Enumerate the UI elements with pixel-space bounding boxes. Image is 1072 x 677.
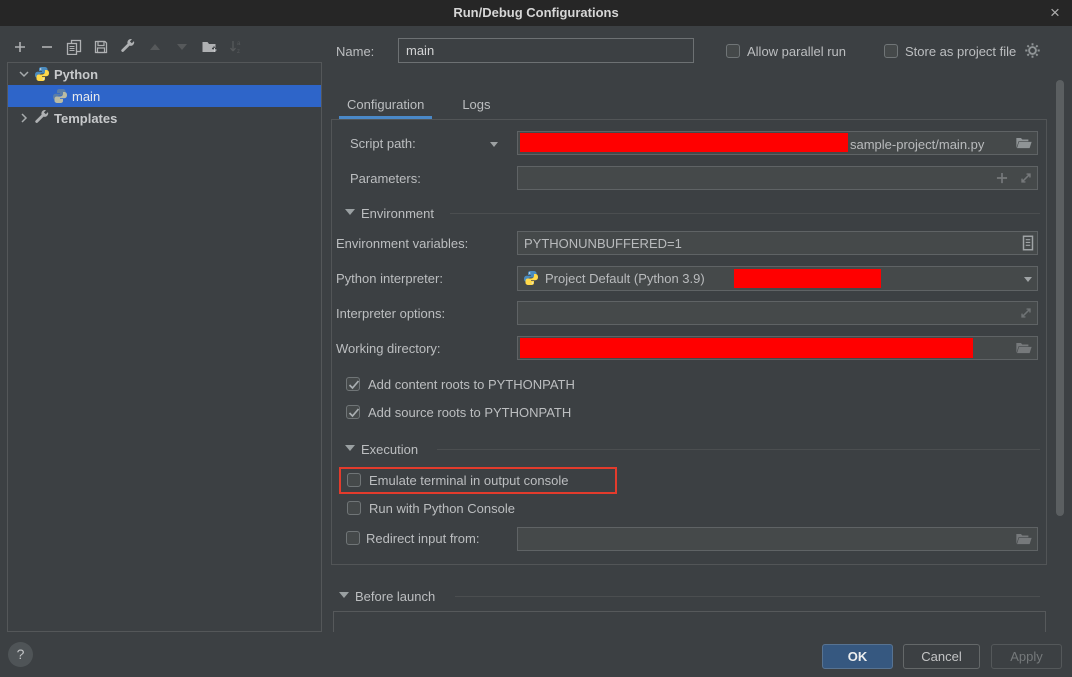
- name-label: Name:: [336, 44, 374, 59]
- section-divider: [450, 213, 1040, 214]
- configurations-toolbar: az: [12, 39, 244, 55]
- save-icon[interactable]: [93, 39, 109, 55]
- environment-variables-value: PYTHONUNBUFFERED=1: [524, 236, 682, 251]
- before-launch-section-header[interactable]: Before launch: [355, 589, 435, 604]
- configurations-tree: Python main Templates: [7, 62, 322, 632]
- tree-item-python-group[interactable]: Python: [8, 63, 321, 85]
- svg-text:a: a: [237, 41, 241, 47]
- help-button[interactable]: ?: [8, 642, 33, 667]
- copy-icon[interactable]: [66, 39, 82, 55]
- run-with-python-console-checkbox[interactable]: [347, 501, 361, 515]
- name-input[interactable]: [398, 38, 694, 63]
- chevron-right-icon[interactable]: [16, 110, 32, 126]
- vertical-scrollbar-thumb[interactable]: [1056, 80, 1064, 516]
- emulate-terminal-checkbox[interactable]: [347, 473, 361, 487]
- add-source-roots-checkbox[interactable]: [346, 405, 360, 419]
- parameters-field[interactable]: [517, 166, 1038, 190]
- collapse-triangle-icon: [339, 592, 349, 598]
- browse-folder-icon[interactable]: [1015, 339, 1033, 357]
- move-down-icon: [174, 39, 190, 55]
- ok-button[interactable]: OK: [822, 644, 893, 669]
- sort-alphabetically-icon: az: [228, 39, 244, 55]
- collapse-triangle-icon: [345, 209, 355, 215]
- before-launch-list[interactable]: [333, 611, 1046, 632]
- run-with-python-console-label[interactable]: Run with Python Console: [369, 501, 515, 516]
- tab-bar: Configuration Logs: [339, 92, 499, 119]
- expand-field-icon[interactable]: [1017, 304, 1035, 322]
- tree-item-label: Python: [54, 67, 98, 82]
- python-icon: [52, 88, 68, 104]
- redirect-input-checkbox[interactable]: [346, 531, 360, 545]
- add-source-roots-label[interactable]: Add source roots to PYTHONPATH: [368, 405, 571, 420]
- svg-text:z: z: [237, 49, 240, 55]
- store-as-project-file-checkbox[interactable]: [884, 44, 898, 58]
- collapse-triangle-icon: [345, 445, 355, 451]
- execution-section-header[interactable]: Execution: [361, 442, 418, 457]
- allow-parallel-run-label[interactable]: Allow parallel run: [747, 44, 846, 59]
- add-icon[interactable]: [12, 39, 28, 55]
- parameters-label: Parameters:: [350, 171, 421, 186]
- title-bar: Run/Debug Configurations ×: [0, 0, 1072, 26]
- environment-section-header[interactable]: Environment: [361, 206, 434, 221]
- new-folder-icon[interactable]: [201, 39, 217, 55]
- chevron-down-icon[interactable]: [16, 66, 32, 82]
- move-up-icon: [147, 39, 163, 55]
- redaction-bar: [520, 133, 848, 152]
- add-content-roots-label[interactable]: Add content roots to PYTHONPATH: [368, 377, 575, 392]
- browse-folder-icon[interactable]: [1015, 530, 1033, 548]
- interpreter-options-label: Interpreter options:: [336, 306, 445, 321]
- interpreter-options-field[interactable]: [517, 301, 1038, 325]
- expand-field-icon[interactable]: [1017, 169, 1035, 187]
- working-directory-label: Working directory:: [336, 341, 441, 356]
- dialog-title: Run/Debug Configurations: [0, 5, 1072, 20]
- script-path-options-icon[interactable]: [488, 138, 500, 153]
- redaction-bar: [520, 338, 973, 358]
- tree-item-templates-group[interactable]: Templates: [8, 107, 321, 129]
- tab-logs[interactable]: Logs: [454, 92, 498, 119]
- edit-templates-icon[interactable]: [120, 39, 136, 55]
- environment-variables-label: Environment variables:: [336, 236, 468, 251]
- tree-item-main-selected[interactable]: main: [8, 85, 321, 107]
- python-interpreter-value: Project Default (Python 3.9): [545, 271, 705, 286]
- wrench-icon: [34, 110, 50, 126]
- apply-button[interactable]: Apply: [991, 644, 1062, 669]
- python-icon: [34, 66, 50, 82]
- gear-icon[interactable]: [1024, 42, 1041, 59]
- close-icon[interactable]: ×: [1044, 2, 1066, 24]
- remove-icon[interactable]: [39, 39, 55, 55]
- tab-configuration[interactable]: Configuration: [339, 92, 432, 119]
- script-path-label: Script path:: [350, 136, 416, 151]
- python-icon: [523, 270, 539, 286]
- tree-item-label: main: [72, 89, 100, 104]
- redaction-bar: [734, 269, 881, 288]
- add-macro-icon[interactable]: [993, 169, 1011, 187]
- combobox-arrow-icon[interactable]: [1022, 273, 1034, 288]
- redirect-input-label[interactable]: Redirect input from:: [366, 531, 479, 546]
- section-divider: [437, 449, 1040, 450]
- python-interpreter-label: Python interpreter:: [336, 271, 443, 286]
- script-path-value: sample-project/main.py: [850, 137, 984, 152]
- redirect-input-field[interactable]: [517, 527, 1038, 551]
- store-as-project-file-label[interactable]: Store as project file: [905, 44, 1016, 59]
- allow-parallel-run-checkbox[interactable]: [726, 44, 740, 58]
- run-debug-configurations-dialog: Run/Debug Configurations × az: [0, 0, 1072, 677]
- section-divider: [455, 596, 1040, 597]
- emulate-terminal-label[interactable]: Emulate terminal in output console: [369, 473, 568, 488]
- tree-item-label: Templates: [54, 111, 117, 126]
- add-content-roots-checkbox[interactable]: [346, 377, 360, 391]
- cancel-button[interactable]: Cancel: [903, 644, 980, 669]
- browse-folder-icon[interactable]: [1015, 134, 1033, 152]
- edit-variables-icon[interactable]: [1019, 234, 1037, 252]
